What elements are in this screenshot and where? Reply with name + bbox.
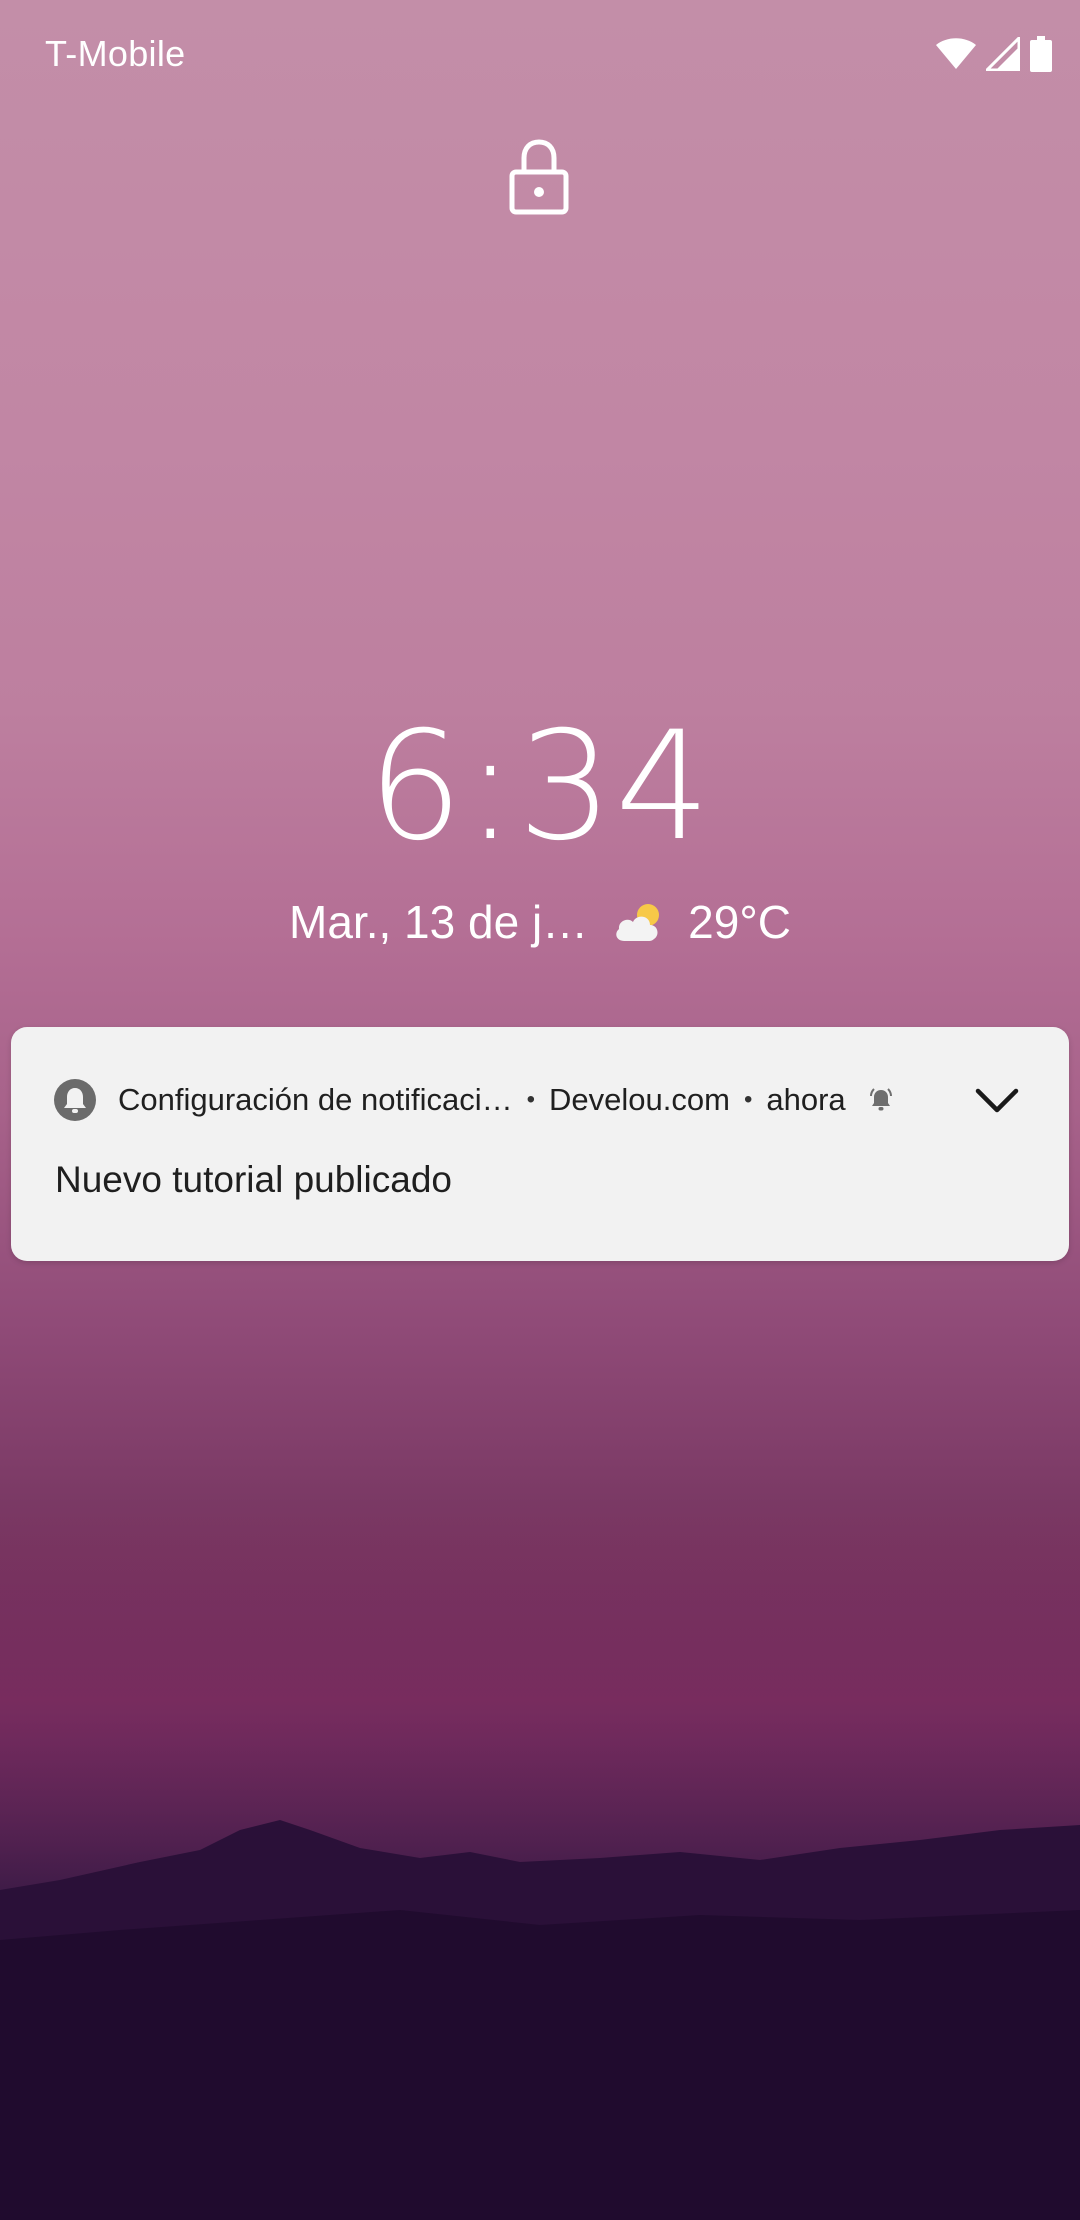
- date-label: Mar., 13 de j…: [289, 896, 589, 948]
- wifi-icon: [936, 38, 976, 69]
- status-bar: T-Mobile: [0, 0, 1080, 110]
- partly-cloudy-icon: [616, 904, 660, 941]
- bell-ringing-icon: [869, 1088, 892, 1111]
- notification-time: ahora: [766, 1082, 846, 1117]
- carrier-label: T-Mobile: [45, 33, 186, 74]
- notification-text: Nuevo tutorial publicado: [55, 1159, 452, 1200]
- separator-dot: •: [526, 1086, 536, 1113]
- cell-signal-icon: [986, 37, 1020, 71]
- mountain-silhouette: [0, 1820, 1080, 2220]
- separator-dot: •: [743, 1086, 753, 1113]
- status-icons: [936, 36, 1052, 72]
- notification-source: Develou.com: [549, 1082, 730, 1117]
- notification-card[interactable]: Configuración de notificaci… • Develou.c…: [11, 1027, 1069, 1261]
- notification-header: Configuración de notificaci… • Develou.c…: [54, 1079, 894, 1121]
- lock-screen: T-Mobile 6:34 Mar., 13 de j… 29°C Config…: [0, 0, 1080, 2220]
- lock-icon[interactable]: [508, 138, 570, 216]
- clock-time: 6:34: [367, 700, 713, 874]
- battery-icon: [1030, 36, 1052, 72]
- bell-icon: [54, 1079, 96, 1121]
- chevron-down-icon[interactable]: [975, 1087, 1019, 1115]
- notification-app-name: Configuración de notificaci…: [118, 1082, 513, 1117]
- date-weather-row[interactable]: Mar., 13 de j… 29°C: [0, 895, 1080, 949]
- temperature-label: 29°C: [688, 896, 791, 948]
